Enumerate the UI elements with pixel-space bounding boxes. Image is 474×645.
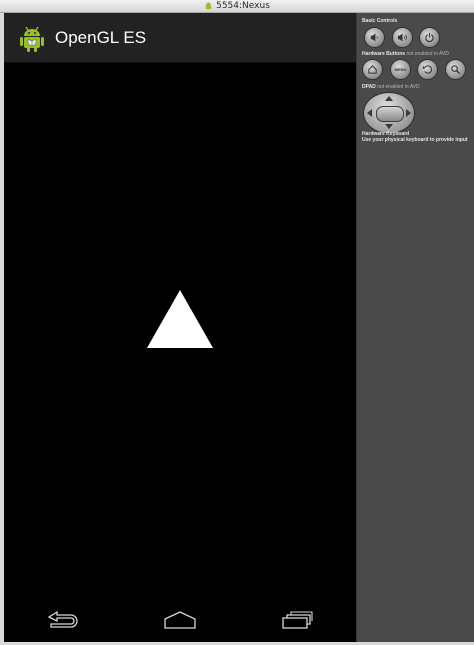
recent-apps-icon bbox=[282, 611, 313, 629]
dpad-label: DPAD not enabled in AVD bbox=[362, 84, 420, 90]
navigation-bar bbox=[4, 598, 356, 642]
power-icon bbox=[425, 32, 434, 43]
window-title: 5554:Nexus bbox=[216, 1, 270, 11]
android-window-icon bbox=[205, 2, 212, 9]
emulator-controls-panel: Basic Controls Hardware Buttons not enab… bbox=[356, 13, 474, 642]
volume-up-button[interactable] bbox=[392, 27, 413, 48]
window-titlebar: 5554:Nexus bbox=[0, 0, 474, 13]
search-icon bbox=[451, 65, 461, 75]
gl-surface[interactable] bbox=[4, 63, 356, 598]
device-screen: OpenGL ES bbox=[4, 13, 356, 642]
action-bar: OpenGL ES bbox=[4, 13, 356, 63]
triangle-shape bbox=[147, 290, 213, 348]
volume-down-button[interactable] bbox=[364, 27, 385, 48]
dpad-control[interactable] bbox=[363, 92, 415, 134]
android-robot-icon bbox=[20, 26, 44, 52]
dpad-right-icon[interactable] bbox=[406, 109, 411, 117]
dpad-left-icon[interactable] bbox=[367, 109, 372, 117]
dpad-down-icon[interactable] bbox=[385, 124, 393, 129]
app-title: OpenGL ES bbox=[55, 27, 147, 47]
hardware-buttons-label: Hardware Buttons not enabled in AVD bbox=[362, 51, 449, 57]
hw-menu-button[interactable]: MENU bbox=[390, 59, 411, 80]
back-icon bbox=[422, 65, 433, 74]
hw-home-button[interactable] bbox=[362, 59, 383, 80]
nav-back-button[interactable] bbox=[39, 602, 87, 638]
power-button[interactable] bbox=[419, 27, 440, 48]
menu-icon: MENU bbox=[394, 67, 407, 72]
dpad-center-button[interactable] bbox=[376, 106, 404, 122]
hardware-keyboard-note: Use your physical keyboard to provide in… bbox=[362, 137, 468, 143]
nav-home-button[interactable] bbox=[156, 602, 204, 638]
volume-up-icon bbox=[397, 33, 407, 42]
dpad-up-icon[interactable] bbox=[385, 96, 393, 101]
hw-search-button[interactable] bbox=[445, 59, 466, 80]
home-icon bbox=[368, 65, 377, 74]
back-arrow-icon bbox=[47, 610, 78, 628]
volume-down-icon bbox=[370, 33, 378, 42]
basic-controls-label: Basic Controls bbox=[362, 18, 398, 24]
nav-recents-button[interactable] bbox=[273, 602, 321, 638]
hw-back-button[interactable] bbox=[417, 59, 438, 80]
home-icon bbox=[164, 611, 196, 629]
